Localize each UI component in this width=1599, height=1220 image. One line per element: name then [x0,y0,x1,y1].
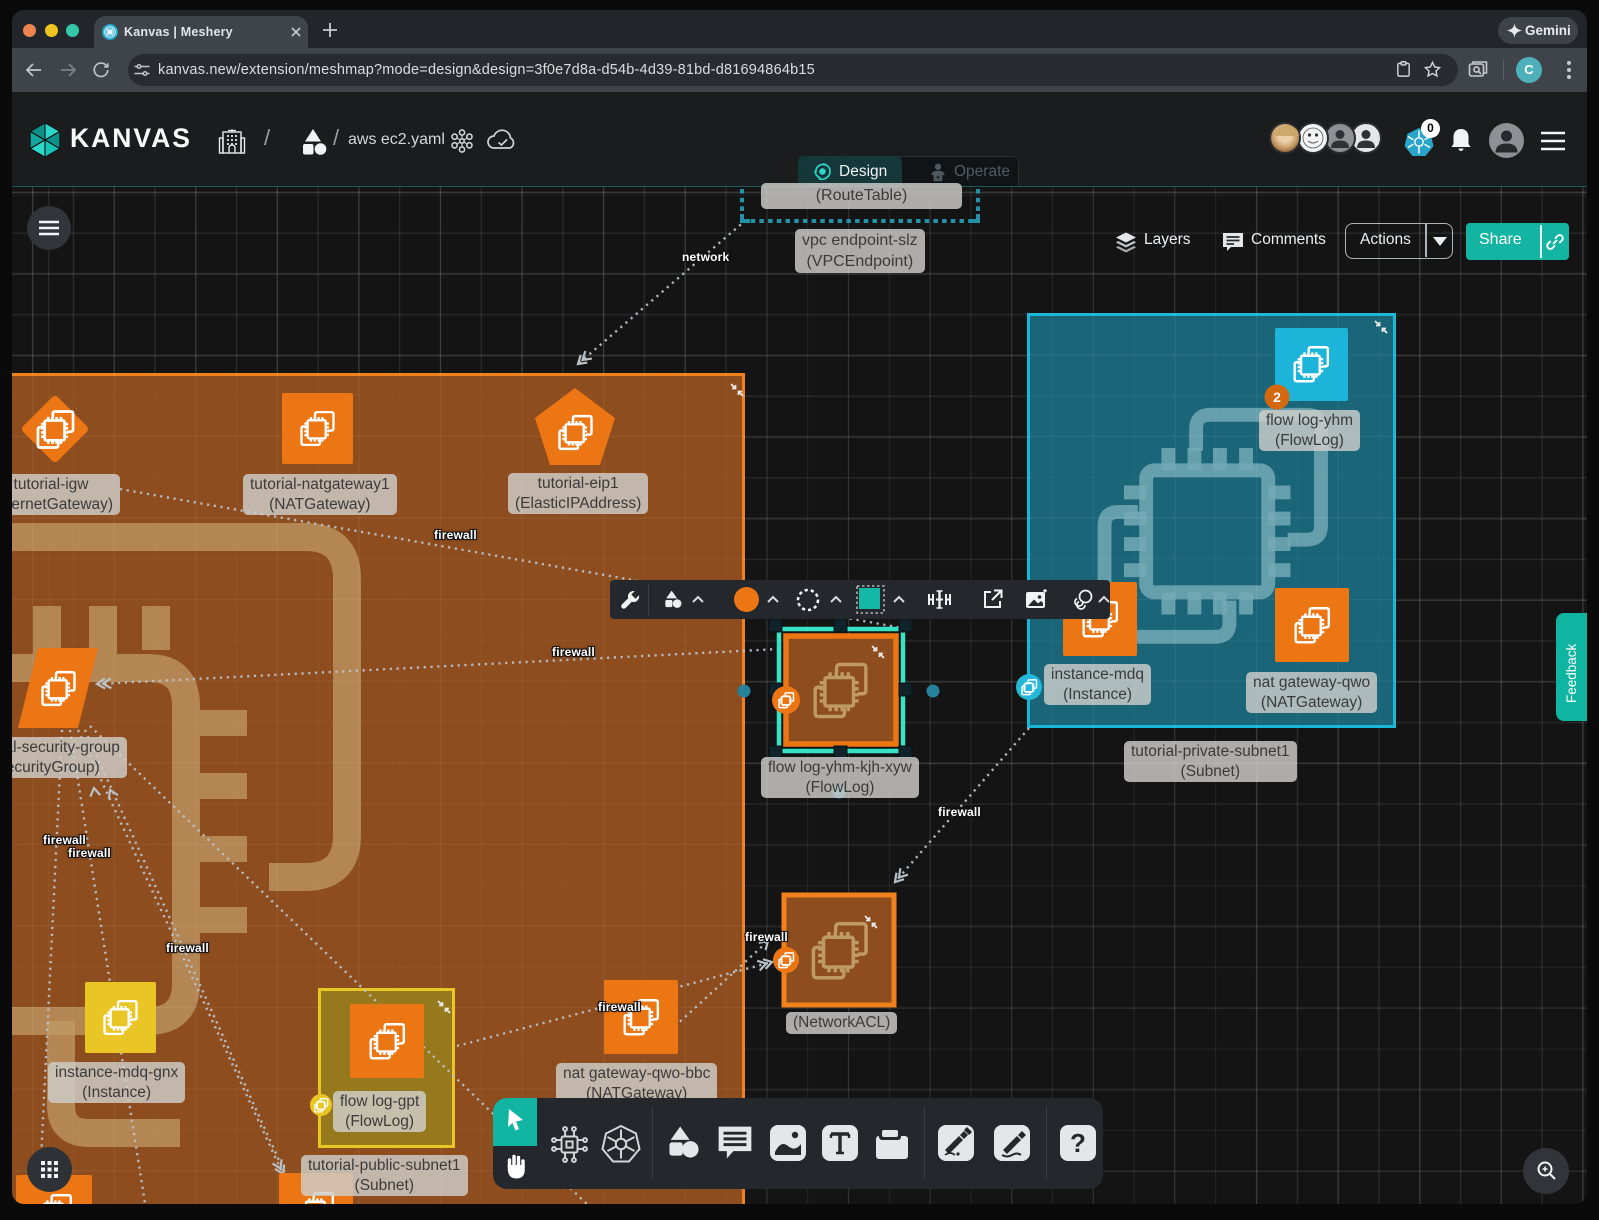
svg-text:?: ? [1070,1128,1086,1158]
svg-text:2: 2 [1273,389,1281,405]
